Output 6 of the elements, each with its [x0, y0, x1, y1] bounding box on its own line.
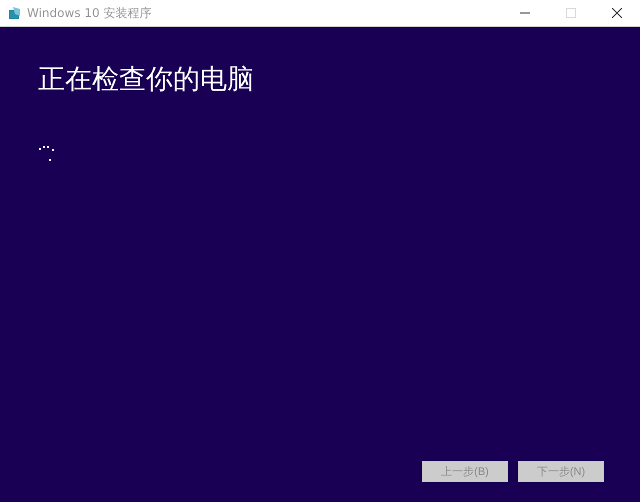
window-title: Windows 10 安装程序 — [27, 4, 152, 22]
maximize-icon — [566, 8, 576, 18]
page-heading: 正在检查你的电脑 — [38, 63, 255, 97]
app-icon — [9, 7, 21, 19]
loading-spinner-icon — [38, 145, 56, 163]
close-icon — [612, 8, 622, 18]
